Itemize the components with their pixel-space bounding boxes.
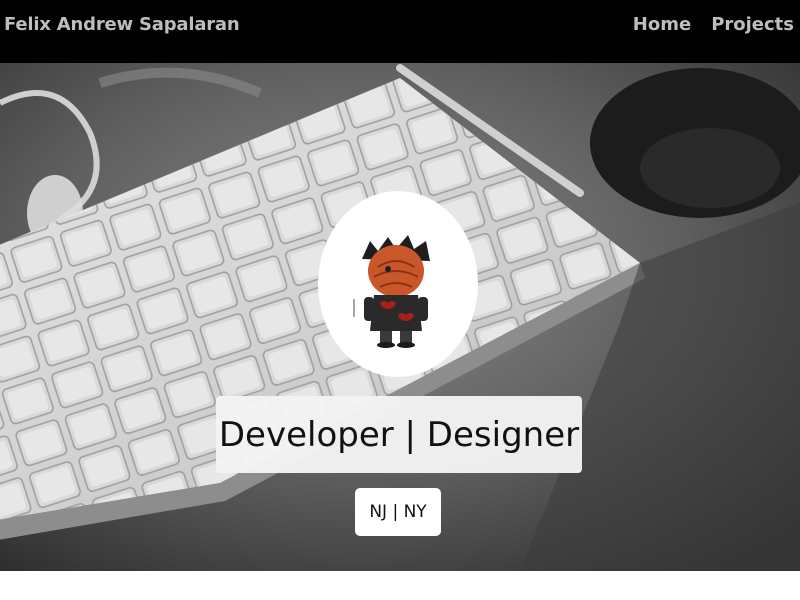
nav-link-projects[interactable]: Projects — [711, 14, 794, 35]
hero-section: Developer | Designer NJ | NY — [0, 63, 800, 571]
ninja-avatar-icon — [353, 235, 430, 348]
headline: Developer | Designer — [218, 414, 580, 455]
brand-link[interactable]: Felix Andrew Sapalaran — [4, 14, 240, 35]
headline-card: Developer | Designer — [216, 396, 582, 473]
avatar — [318, 191, 478, 377]
location-card: NJ | NY — [355, 488, 441, 536]
nav-link-home[interactable]: Home — [633, 14, 691, 35]
nav-links: Home Projects — [633, 14, 794, 35]
navbar: Felix Andrew Sapalaran Home Projects — [0, 0, 800, 63]
location-text: NJ | NY — [369, 502, 427, 522]
